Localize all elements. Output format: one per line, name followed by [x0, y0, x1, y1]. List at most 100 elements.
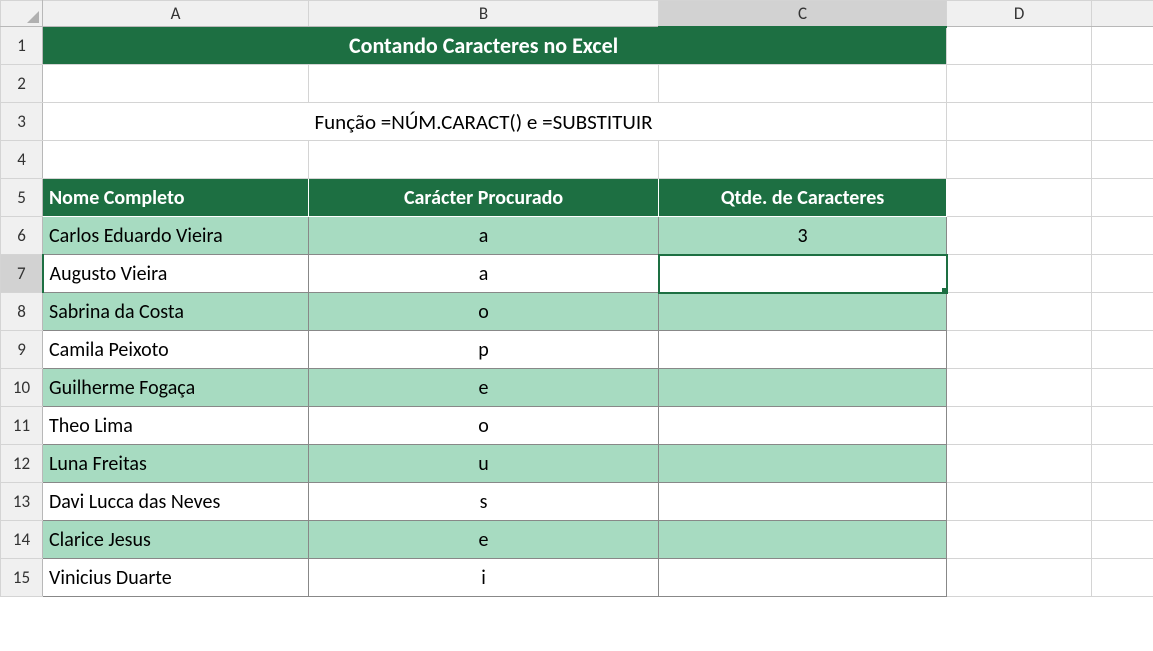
cell-e8[interactable]	[1092, 293, 1153, 331]
cell-c10[interactable]	[659, 369, 947, 407]
header-char[interactable]: Carácter Procurado	[309, 179, 659, 217]
cell-e10[interactable]	[1092, 369, 1153, 407]
cell-d6[interactable]	[947, 217, 1092, 255]
col-header-a[interactable]: A	[43, 1, 309, 27]
cell-a3[interactable]	[43, 103, 309, 141]
header-name[interactable]: Nome Completo	[43, 179, 309, 217]
cell-e15[interactable]	[1092, 559, 1153, 597]
cell-d7[interactable]	[947, 255, 1092, 293]
cell-d12[interactable]	[947, 445, 1092, 483]
formula-cell[interactable]: Função =NÚM.CARACT() e =SUBSTITUIR	[309, 103, 659, 141]
row-15: 15 Vinicius Duarte i	[1, 559, 1153, 597]
cell-b10[interactable]: e	[309, 369, 659, 407]
cell-a14[interactable]: Clarice Jesus	[43, 521, 309, 559]
cell-b7[interactable]: a	[309, 255, 659, 293]
cell-a9[interactable]: Camila Peixoto	[43, 331, 309, 369]
row-header-10[interactable]: 10	[1, 369, 43, 407]
cell-c13[interactable]	[659, 483, 947, 521]
cell-d14[interactable]	[947, 521, 1092, 559]
cell-d10[interactable]	[947, 369, 1092, 407]
row-7: 7 Augusto Vieira a	[1, 255, 1153, 293]
col-header-d[interactable]: D	[947, 1, 1092, 27]
cell-e12[interactable]	[1092, 445, 1153, 483]
cell-c2[interactable]	[659, 65, 947, 103]
cell-c12[interactable]	[659, 445, 947, 483]
cell-e6[interactable]	[1092, 217, 1153, 255]
cell-e5[interactable]	[1092, 179, 1153, 217]
row-header-9[interactable]: 9	[1, 331, 43, 369]
cell-d13[interactable]	[947, 483, 1092, 521]
cell-c1[interactable]	[659, 27, 947, 65]
cell-a7[interactable]: Augusto Vieira	[43, 255, 309, 293]
cell-c6[interactable]: 3	[659, 217, 947, 255]
cell-b11[interactable]: o	[309, 407, 659, 445]
cell-c3[interactable]	[659, 103, 947, 141]
row-4: 4	[1, 141, 1153, 179]
cell-b14[interactable]: e	[309, 521, 659, 559]
row-header-2[interactable]: 2	[1, 65, 43, 103]
select-all-corner[interactable]	[1, 1, 43, 27]
cell-c7[interactable]	[659, 255, 947, 293]
cell-a12[interactable]: Luna Freitas	[43, 445, 309, 483]
cell-e14[interactable]	[1092, 521, 1153, 559]
cell-c11[interactable]	[659, 407, 947, 445]
cell-a2[interactable]	[43, 65, 309, 103]
row-header-3[interactable]: 3	[1, 103, 43, 141]
cell-c9[interactable]	[659, 331, 947, 369]
col-header-e[interactable]: E	[1092, 1, 1153, 27]
cell-e2[interactable]	[1092, 65, 1153, 103]
cell-d11[interactable]	[947, 407, 1092, 445]
row-1: 1 Contando Caracteres no Excel	[1, 27, 1153, 65]
cell-e13[interactable]	[1092, 483, 1153, 521]
cell-e3[interactable]	[1092, 103, 1153, 141]
row-header-8[interactable]: 8	[1, 293, 43, 331]
cell-b8[interactable]: o	[309, 293, 659, 331]
row-header-1[interactable]: 1	[1, 27, 43, 65]
cell-b4[interactable]	[309, 141, 659, 179]
cell-a1[interactable]	[43, 27, 309, 65]
cell-d15[interactable]	[947, 559, 1092, 597]
cell-e9[interactable]	[1092, 331, 1153, 369]
cell-b9[interactable]: p	[309, 331, 659, 369]
row-header-14[interactable]: 14	[1, 521, 43, 559]
cell-d8[interactable]	[947, 293, 1092, 331]
cell-d2[interactable]	[947, 65, 1092, 103]
cell-b6[interactable]: a	[309, 217, 659, 255]
row-header-6[interactable]: 6	[1, 217, 43, 255]
cell-a13[interactable]: Davi Lucca das Neves	[43, 483, 309, 521]
col-header-b[interactable]: B	[309, 1, 659, 27]
row-header-12[interactable]: 12	[1, 445, 43, 483]
cell-c8[interactable]	[659, 293, 947, 331]
cell-b15[interactable]: i	[309, 559, 659, 597]
cell-b13[interactable]: s	[309, 483, 659, 521]
cell-a15[interactable]: Vinicius Duarte	[43, 559, 309, 597]
cell-a6[interactable]: Carlos Eduardo Vieira	[43, 217, 309, 255]
row-header-4[interactable]: 4	[1, 141, 43, 179]
cell-c4[interactable]	[659, 141, 947, 179]
cell-e4[interactable]	[1092, 141, 1153, 179]
cell-d1[interactable]	[947, 27, 1092, 65]
cell-c14[interactable]	[659, 521, 947, 559]
cell-e11[interactable]	[1092, 407, 1153, 445]
cell-b2[interactable]	[309, 65, 659, 103]
header-count[interactable]: Qtde. de Caracteres	[659, 179, 947, 217]
cell-a8[interactable]: Sabrina da Costa	[43, 293, 309, 331]
col-header-c[interactable]: C	[659, 1, 947, 27]
row-header-13[interactable]: 13	[1, 483, 43, 521]
row-header-15[interactable]: 15	[1, 559, 43, 597]
cell-a10[interactable]: Guilherme Fogaça	[43, 369, 309, 407]
cell-a4[interactable]	[43, 141, 309, 179]
row-header-11[interactable]: 11	[1, 407, 43, 445]
cell-d4[interactable]	[947, 141, 1092, 179]
cell-e7[interactable]	[1092, 255, 1153, 293]
row-header-5[interactable]: 5	[1, 179, 43, 217]
cell-a11[interactable]: Theo Lima	[43, 407, 309, 445]
cell-c15[interactable]	[659, 559, 947, 597]
cell-b12[interactable]: u	[309, 445, 659, 483]
title-cell[interactable]: Contando Caracteres no Excel	[309, 27, 659, 65]
row-header-7[interactable]: 7	[1, 255, 43, 293]
cell-d3[interactable]	[947, 103, 1092, 141]
cell-e1[interactable]	[1092, 27, 1153, 65]
cell-d5[interactable]	[947, 179, 1092, 217]
cell-d9[interactable]	[947, 331, 1092, 369]
